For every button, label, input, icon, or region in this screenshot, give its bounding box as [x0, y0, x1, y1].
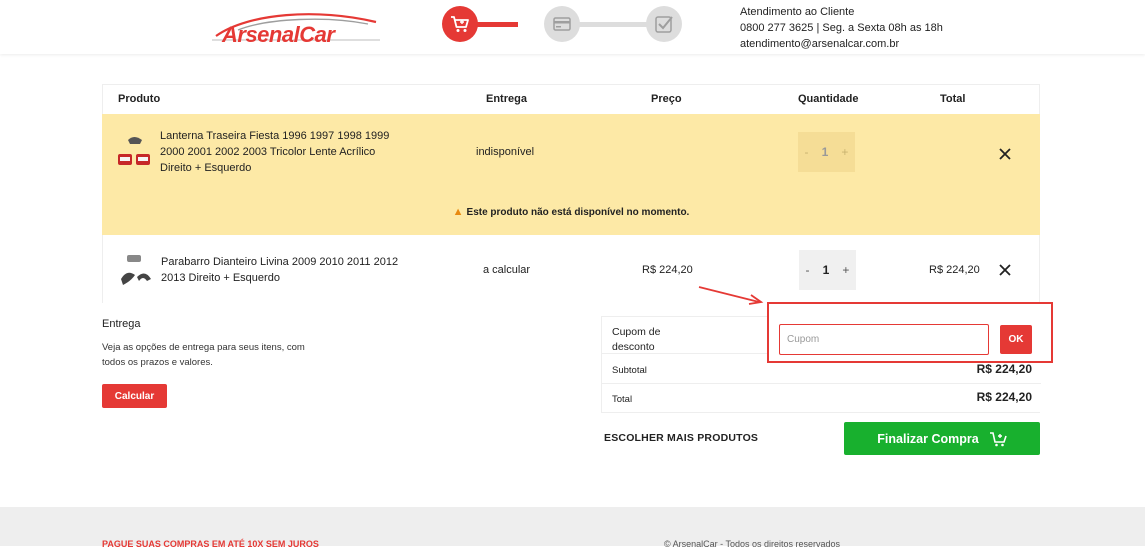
step-progress-bar [578, 22, 648, 27]
total-value: R$ 224,20 [976, 390, 1032, 404]
header: ArsenalCar Atendimento ao Cliente 0800 2… [0, 0, 1145, 54]
subtotal-label: Subtotal [612, 365, 647, 376]
cart-row: Parabarro Dianteiro Livina 2009 2010 201… [102, 235, 1040, 303]
quantity-increase-button[interactable]: + [842, 263, 849, 277]
header-delivery: Entrega [486, 93, 527, 105]
check-icon [655, 16, 673, 33]
unavailable-warning: ▲ Este produto não está disponível no mom… [102, 206, 1040, 218]
header-quantity: Quantidade [798, 93, 859, 105]
delivery-title: Entrega [102, 318, 141, 330]
header-product: Produto [118, 93, 161, 105]
quantity-stepper: - 1 + [798, 132, 855, 172]
cart-table-header [102, 84, 1040, 114]
support-email[interactable]: atendimento@arsenalcar.com.br [740, 36, 943, 52]
step-payment [544, 6, 580, 42]
step-confirm [646, 6, 682, 42]
apply-coupon-button[interactable]: OK [1000, 325, 1032, 354]
footer: PAGUE SUAS COMPRAS EM ATÉ 10X SEM JUROS … [0, 507, 1145, 549]
finish-purchase-button[interactable]: Finalizar Compra [844, 422, 1040, 455]
remove-item-icon[interactable] [998, 263, 1012, 277]
warning-text: Este produto não está disponível no mome… [466, 207, 690, 218]
item-total: R$ 224,20 [929, 264, 980, 276]
quantity-increase-button[interactable]: + [841, 145, 848, 159]
checkout-steps [442, 6, 682, 42]
quantity-value: 1 [822, 263, 830, 277]
customer-support: Atendimento ao Cliente 0800 277 3625 | S… [740, 4, 943, 52]
finish-purchase-label: Finalizar Compra [877, 431, 979, 446]
quantity-decrease-button[interactable]: - [805, 145, 809, 159]
support-title: Atendimento ao Cliente [740, 6, 855, 18]
product-thumbnail[interactable] [116, 132, 152, 168]
warning-icon: ▲ [452, 206, 464, 218]
quantity-decrease-button[interactable]: - [806, 263, 810, 277]
cart-add-icon [989, 431, 1007, 446]
remove-item-icon[interactable] [998, 147, 1012, 161]
coupon-label: Cupom de desconto [612, 326, 661, 353]
product-thumbnail[interactable] [117, 251, 153, 287]
logo-text: ArsenalCar [222, 22, 335, 47]
total-label: Total [612, 394, 633, 405]
step-cart [442, 6, 478, 42]
footer-promo: PAGUE SUAS COMPRAS EM ATÉ 10X SEM JUROS [102, 539, 319, 549]
total-row: Total R$ 224,20 [602, 383, 1041, 413]
item-price: R$ 224,20 [642, 264, 693, 276]
product-name[interactable]: Lanterna Traseira Fiesta 1996 1997 1998 … [160, 128, 410, 176]
cart-row-unavailable: Lanterna Traseira Fiesta 1996 1997 1998 … [102, 114, 1040, 235]
continue-shopping-link[interactable]: ESCOLHER MAIS PRODUTOS [604, 432, 758, 444]
coupon-highlight-box: OK [767, 302, 1053, 363]
delivery-status: indisponível [476, 146, 535, 158]
logo[interactable]: ArsenalCar [208, 8, 383, 47]
delivery-status: a calcular [483, 264, 531, 276]
support-phone[interactable]: 0800 277 3625 | Seg. a Sexta 08h as 18h [740, 20, 943, 36]
annotation-arrow-icon [698, 286, 764, 305]
card-icon [553, 17, 571, 31]
product-name[interactable]: Parabarro Dianteiro Livina 2009 2010 201… [161, 254, 421, 286]
header-price: Preço [651, 93, 682, 105]
footer-copyright: © ArsenalCar - Todos os direitos reserva… [664, 539, 841, 549]
cart-table [102, 84, 1040, 114]
cart-icon [451, 16, 469, 32]
header-total: Total [940, 93, 966, 105]
quantity-stepper: - 1 + [799, 250, 856, 290]
calculate-delivery-button[interactable]: Calcular [102, 384, 167, 408]
subtotal-value: R$ 224,20 [976, 362, 1032, 376]
delivery-description: Veja as opções de entrega para seus iten… [102, 342, 305, 368]
quantity-value: 1 [821, 145, 829, 159]
coupon-input[interactable] [779, 324, 989, 355]
step-progress-bar [476, 22, 518, 27]
